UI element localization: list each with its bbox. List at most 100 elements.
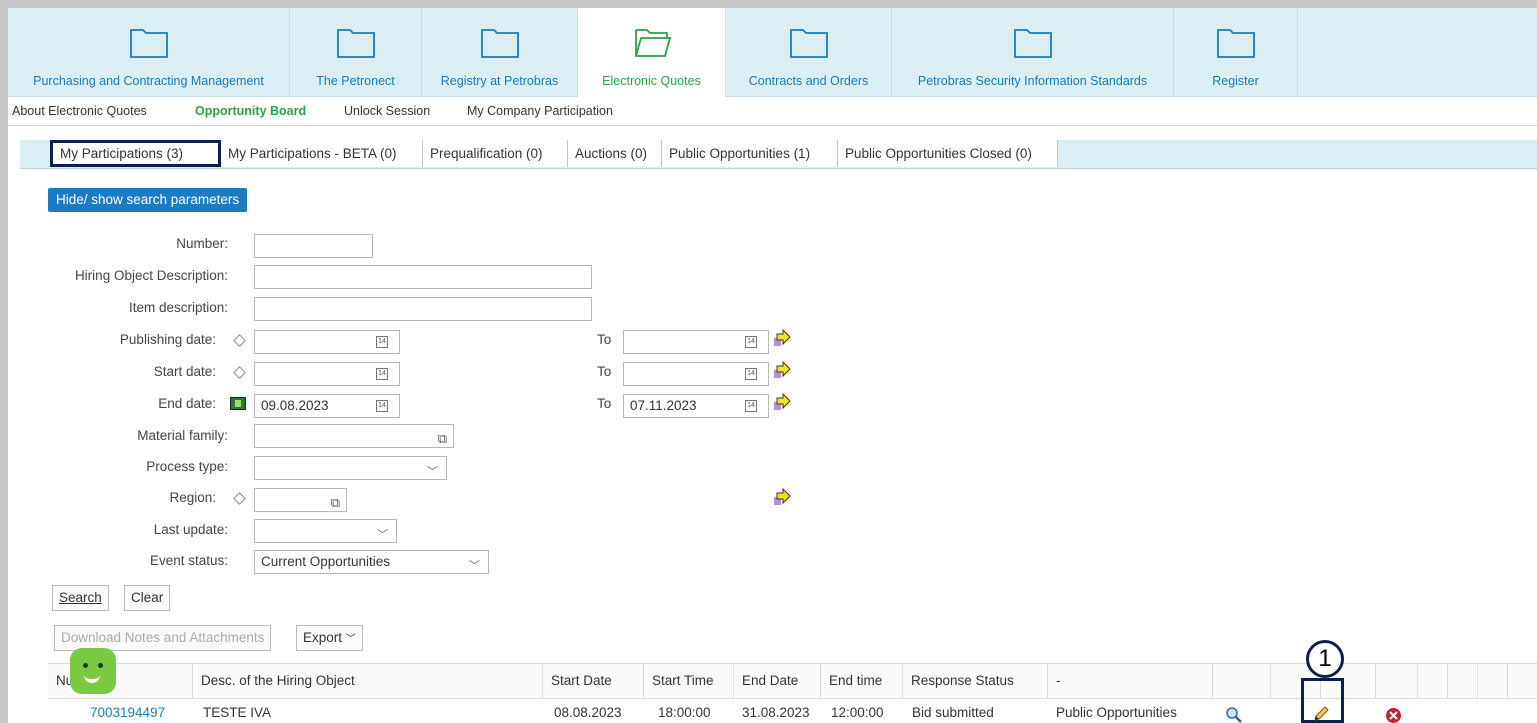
hiring-description-label: Hiring Object Description:	[74, 268, 228, 283]
material-family-label: Material family:	[137, 428, 228, 443]
column-header-blank	[1448, 664, 1478, 698]
row-end-time: 12:00:00	[831, 705, 884, 720]
number-label: Number:	[176, 236, 228, 251]
calendar-icon[interactable]: 14	[376, 368, 388, 380]
tab-my-participations[interactable]: My Participations (3)	[50, 140, 221, 167]
end-date-to-value: 07.11.2023	[630, 398, 697, 413]
last-update-select[interactable]: ﹀	[254, 519, 397, 543]
select-option-icon[interactable]	[233, 492, 246, 505]
region-label: Region:	[169, 490, 216, 505]
column-header-end-time[interactable]: End time	[821, 664, 903, 698]
subnav-company-participation[interactable]: My Company Participation	[467, 104, 613, 118]
event-status-select[interactable]: Current Opportunities ﹀	[254, 550, 489, 574]
subnav-unlock-session[interactable]: Unlock Session	[344, 104, 430, 118]
nav-label: Purchasing and Contracting Management	[33, 74, 264, 88]
start-date-from-input[interactable]: 14	[254, 362, 400, 386]
nav-register[interactable]: Register	[1174, 8, 1298, 96]
tab-prequalification[interactable]: Prequalification (0)	[423, 140, 568, 167]
bot-eye	[83, 663, 88, 668]
calendar-icon[interactable]: 14	[376, 400, 388, 412]
publishing-date-to-input[interactable]: 14	[623, 330, 769, 354]
delete-icon[interactable]	[1385, 707, 1402, 723]
nav-security-standards[interactable]: Petrobras Security Information Standards	[892, 8, 1174, 96]
bot-eye	[98, 663, 103, 668]
tab-public-opportunities-closed[interactable]: Public Opportunities Closed (0)	[838, 140, 1058, 167]
row-start-date: 08.08.2023	[554, 705, 622, 720]
number-input[interactable]	[254, 234, 373, 258]
end-date-from-value: 09.08.2023	[261, 398, 329, 413]
add-row-arrow-icon[interactable]	[774, 488, 792, 506]
column-header-type[interactable]: -	[1048, 664, 1213, 698]
column-header-end-date[interactable]: End Date	[734, 664, 821, 698]
value-help-icon[interactable]: ⧉	[438, 428, 447, 450]
end-date-from-input[interactable]: 09.08.2023 14	[254, 394, 400, 418]
subnav-about-quotes[interactable]: About Electronic Quotes	[12, 104, 147, 118]
folder-icon	[480, 29, 519, 58]
column-header-blank	[1478, 664, 1508, 698]
nav-label: The Petronect	[316, 74, 395, 88]
row-description: TESTE IVA	[203, 705, 272, 720]
start-date-label: Start date:	[153, 364, 216, 379]
select-option-icon[interactable]	[233, 366, 246, 379]
nav-registry-petrobras[interactable]: Registry at Petrobras	[422, 8, 578, 96]
export-button[interactable]: Export ﹀	[296, 625, 363, 651]
material-family-input[interactable]: ⧉	[254, 424, 454, 448]
folder-icon	[789, 29, 828, 58]
nav-label: Registry at Petrobras	[440, 74, 559, 88]
edit-pencil-icon[interactable]	[1312, 705, 1330, 723]
item-description-label: Item description:	[128, 300, 228, 315]
between-operator-icon[interactable]	[230, 397, 246, 410]
magnifier-icon[interactable]	[1225, 706, 1243, 723]
end-date-label: End date:	[158, 396, 216, 411]
chevron-down-icon: ﹀	[377, 529, 388, 541]
add-row-arrow-icon[interactable]	[774, 329, 792, 347]
nav-contracts-orders[interactable]: Contracts and Orders	[726, 8, 892, 96]
column-header-blank	[1376, 664, 1418, 698]
nav-purchasing-contracting[interactable]: Purchasing and Contracting Management	[8, 8, 290, 96]
top-navigation: Purchasing and Contracting Management Th…	[8, 8, 1537, 97]
tab-auctions[interactable]: Auctions (0)	[568, 140, 662, 167]
folder-icon	[1013, 29, 1052, 58]
to-label: To	[597, 396, 612, 411]
clear-button[interactable]: Clear	[124, 585, 171, 611]
publishing-date-from-input[interactable]: 14	[254, 330, 400, 354]
column-header-blank	[1418, 664, 1448, 698]
app-frame: Purchasing and Contracting Management Th…	[8, 8, 1537, 723]
nav-electronic-quotes[interactable]: Electronic Quotes	[578, 8, 726, 97]
sub-navigation: About Electronic Quotes Opportunity Boar…	[8, 97, 1537, 126]
end-date-to-input[interactable]: 07.11.2023 14	[623, 394, 769, 418]
step-marker: 1	[1306, 640, 1344, 678]
add-row-arrow-icon[interactable]	[774, 361, 792, 379]
process-type-select[interactable]: ﹀	[254, 456, 447, 480]
hiring-description-input[interactable]	[254, 265, 592, 289]
calendar-icon[interactable]: 14	[745, 336, 757, 348]
publishing-date-label: Publishing date:	[119, 332, 216, 347]
row-type: Public Opportunities	[1056, 705, 1177, 720]
start-date-to-input[interactable]: 14	[623, 362, 769, 386]
folder-icon	[129, 29, 168, 58]
row-start-time: 18:00:00	[658, 705, 711, 720]
column-header-description[interactable]: Desc. of the Hiring Object	[193, 664, 543, 698]
toggle-search-parameters-button[interactable]: Hide/ show search parameters	[48, 188, 248, 212]
tab-my-participations-beta[interactable]: My Participations - BETA (0)	[221, 140, 423, 167]
row-number-link[interactable]: 7003194497	[90, 698, 165, 723]
open-folder-icon	[634, 29, 671, 57]
calendar-icon[interactable]: 14	[745, 368, 757, 380]
subnav-opportunity-board[interactable]: Opportunity Board	[195, 104, 306, 118]
column-header-start-date[interactable]: Start Date	[543, 664, 644, 698]
add-row-arrow-icon[interactable]	[774, 393, 792, 411]
tab-public-opportunities[interactable]: Public Opportunities (1)	[662, 140, 838, 167]
search-button[interactable]: Search	[52, 585, 109, 611]
select-option-icon[interactable]	[233, 334, 246, 347]
column-header-start-time[interactable]: Start Time	[644, 664, 734, 698]
nav-the-petronect[interactable]: The Petronect	[290, 8, 422, 96]
value-help-icon[interactable]: ⧉	[331, 492, 340, 514]
region-input[interactable]: ⧉	[254, 488, 347, 512]
chatbot-assistant-icon[interactable]	[70, 648, 116, 694]
chevron-down-icon: ﹀	[345, 634, 356, 645]
calendar-icon[interactable]: 14	[745, 400, 757, 412]
column-header-response-status[interactable]: Response Status	[903, 664, 1048, 698]
item-description-input[interactable]	[254, 297, 592, 321]
chevron-down-icon: ﹀	[427, 466, 438, 478]
calendar-icon[interactable]: 14	[376, 336, 388, 348]
